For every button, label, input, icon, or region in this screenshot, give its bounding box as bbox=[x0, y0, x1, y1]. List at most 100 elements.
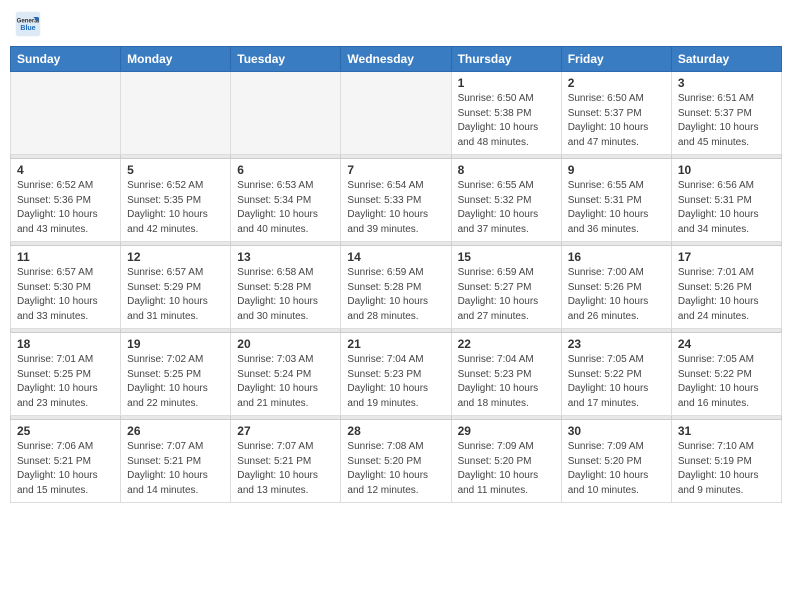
day-info: Sunrise: 7:07 AM Sunset: 5:21 PM Dayligh… bbox=[127, 440, 224, 498]
calendar-cell: 25 Sunrise: 7:06 AM Sunset: 5:21 PM Dayli… bbox=[11, 420, 121, 503]
calendar-cell bbox=[231, 72, 341, 155]
day-number: 20 bbox=[237, 337, 334, 351]
day-info: Sunrise: 7:06 AM Sunset: 5:21 PM Dayligh… bbox=[17, 440, 114, 498]
calendar-cell: 5 Sunrise: 6:52 AM Sunset: 5:35 PM Daylig… bbox=[121, 159, 231, 242]
calendar-cell: 28 Sunrise: 7:08 AM Sunset: 5:20 PM Dayli… bbox=[341, 420, 451, 503]
day-number: 12 bbox=[127, 250, 224, 264]
calendar-cell: 15 Sunrise: 6:59 AM Sunset: 5:27 PM Dayli… bbox=[451, 246, 561, 329]
calendar-day-header: Friday bbox=[561, 47, 671, 72]
calendar-cell: 19Sunrise: 7:02 AM Sunset: 5:25 PM Dayli… bbox=[121, 333, 231, 416]
calendar-cell: 9 Sunrise: 6:55 AM Sunset: 5:31 PM Daylig… bbox=[561, 159, 671, 242]
day-number: 15 bbox=[458, 250, 555, 264]
day-info: Sunrise: 7:01 AM Sunset: 5:25 PM Dayligh… bbox=[17, 353, 114, 411]
calendar-week-row: 18 Sunrise: 7:01 AM Sunset: 5:25 PM Dayli… bbox=[11, 333, 782, 416]
day-number: 30 bbox=[568, 424, 665, 438]
day-number: 22 bbox=[458, 337, 555, 351]
calendar-cell: 21 Sunrise: 7:04 AM Sunset: 5:23 PM Dayli… bbox=[341, 333, 451, 416]
day-number: 2 bbox=[568, 76, 665, 90]
day-number: 4 bbox=[17, 163, 114, 177]
day-number: 6 bbox=[237, 163, 334, 177]
day-info: Sunrise: 7:05 AM Sunset: 5:22 PM Dayligh… bbox=[568, 353, 665, 411]
day-info: Sunrise: 7:00 AM Sunset: 5:26 PM Dayligh… bbox=[568, 266, 665, 324]
day-number: 13 bbox=[237, 250, 334, 264]
calendar-cell: 17Sunrise: 7:01 AM Sunset: 5:26 PM Dayli… bbox=[671, 246, 781, 329]
calendar-cell: 18 Sunrise: 7:01 AM Sunset: 5:25 PM Dayli… bbox=[11, 333, 121, 416]
day-number: 8 bbox=[458, 163, 555, 177]
day-info: Sunrise: 6:50 AM Sunset: 5:38 PM Dayligh… bbox=[458, 92, 555, 150]
day-number: 24 bbox=[678, 337, 775, 351]
day-number: 5 bbox=[127, 163, 224, 177]
calendar-cell: 14Sunrise: 6:59 AM Sunset: 5:28 PM Dayli… bbox=[341, 246, 451, 329]
calendar-day-header: Tuesday bbox=[231, 47, 341, 72]
day-number: 21 bbox=[347, 337, 444, 351]
day-info: Sunrise: 7:07 AM Sunset: 5:21 PM Dayligh… bbox=[237, 440, 334, 498]
calendar-day-header: Saturday bbox=[671, 47, 781, 72]
calendar-cell: 24Sunrise: 7:05 AM Sunset: 5:22 PM Dayli… bbox=[671, 333, 781, 416]
day-number: 27 bbox=[237, 424, 334, 438]
day-number: 16 bbox=[568, 250, 665, 264]
day-info: Sunrise: 6:50 AM Sunset: 5:37 PM Dayligh… bbox=[568, 92, 665, 150]
day-number: 9 bbox=[568, 163, 665, 177]
calendar-cell: 3 Sunrise: 6:51 AM Sunset: 5:37 PM Daylig… bbox=[671, 72, 781, 155]
day-info: Sunrise: 7:09 AM Sunset: 5:20 PM Dayligh… bbox=[568, 440, 665, 498]
day-number: 26 bbox=[127, 424, 224, 438]
day-number: 3 bbox=[678, 76, 775, 90]
calendar-cell: 6 Sunrise: 6:53 AM Sunset: 5:34 PM Daylig… bbox=[231, 159, 341, 242]
logo: General Blue bbox=[14, 10, 46, 38]
day-number: 25 bbox=[17, 424, 114, 438]
calendar-cell: 11Sunrise: 6:57 AM Sunset: 5:30 PM Dayli… bbox=[11, 246, 121, 329]
calendar-day-header: Sunday bbox=[11, 47, 121, 72]
day-number: 31 bbox=[678, 424, 775, 438]
calendar-header-row: SundayMondayTuesdayWednesdayThursdayFrid… bbox=[11, 47, 782, 72]
calendar-cell: 1 Sunrise: 6:50 AM Sunset: 5:38 PM Daylig… bbox=[451, 72, 561, 155]
day-info: Sunrise: 6:55 AM Sunset: 5:32 PM Dayligh… bbox=[458, 179, 555, 237]
calendar-cell: 29 Sunrise: 7:09 AM Sunset: 5:20 PM Dayli… bbox=[451, 420, 561, 503]
day-info: Sunrise: 6:52 AM Sunset: 5:35 PM Dayligh… bbox=[127, 179, 224, 237]
day-info: Sunrise: 6:53 AM Sunset: 5:34 PM Dayligh… bbox=[237, 179, 334, 237]
day-info: Sunrise: 6:51 AM Sunset: 5:37 PM Dayligh… bbox=[678, 92, 775, 150]
day-number: 10 bbox=[678, 163, 775, 177]
calendar-cell: 30 Sunrise: 7:09 AM Sunset: 5:20 PM Dayli… bbox=[561, 420, 671, 503]
calendar-cell: 26 Sunrise: 7:07 AM Sunset: 5:21 PM Dayli… bbox=[121, 420, 231, 503]
calendar-cell bbox=[121, 72, 231, 155]
day-info: Sunrise: 6:59 AM Sunset: 5:28 PM Dayligh… bbox=[347, 266, 444, 324]
calendar-cell: 7Sunrise: 6:54 AM Sunset: 5:33 PM Daylig… bbox=[341, 159, 451, 242]
day-info: Sunrise: 6:57 AM Sunset: 5:29 PM Dayligh… bbox=[127, 266, 224, 324]
day-info: Sunrise: 7:08 AM Sunset: 5:20 PM Dayligh… bbox=[347, 440, 444, 498]
logo-icon: General Blue bbox=[14, 10, 42, 38]
day-info: Sunrise: 7:02 AM Sunset: 5:25 PM Dayligh… bbox=[127, 353, 224, 411]
calendar-table: SundayMondayTuesdayWednesdayThursdayFrid… bbox=[10, 46, 782, 503]
day-info: Sunrise: 7:10 AM Sunset: 5:19 PM Dayligh… bbox=[678, 440, 775, 498]
calendar-cell: 10 Sunrise: 6:56 AM Sunset: 5:31 PM Dayli… bbox=[671, 159, 781, 242]
day-info: Sunrise: 7:04 AM Sunset: 5:23 PM Dayligh… bbox=[458, 353, 555, 411]
day-info: Sunrise: 6:56 AM Sunset: 5:31 PM Dayligh… bbox=[678, 179, 775, 237]
day-number: 28 bbox=[347, 424, 444, 438]
calendar-week-row: 4 Sunrise: 6:52 AM Sunset: 5:36 PM Daylig… bbox=[11, 159, 782, 242]
page-header: General Blue bbox=[10, 10, 782, 38]
calendar-cell: 22 Sunrise: 7:04 AM Sunset: 5:23 PM Dayli… bbox=[451, 333, 561, 416]
day-info: Sunrise: 7:04 AM Sunset: 5:23 PM Dayligh… bbox=[347, 353, 444, 411]
day-number: 17 bbox=[678, 250, 775, 264]
calendar-cell: 2 Sunrise: 6:50 AM Sunset: 5:37 PM Daylig… bbox=[561, 72, 671, 155]
calendar-cell: 12 Sunrise: 6:57 AM Sunset: 5:29 PM Dayli… bbox=[121, 246, 231, 329]
day-info: Sunrise: 6:57 AM Sunset: 5:30 PM Dayligh… bbox=[17, 266, 114, 324]
calendar-day-header: Thursday bbox=[451, 47, 561, 72]
calendar-cell: 16 Sunrise: 7:00 AM Sunset: 5:26 PM Dayli… bbox=[561, 246, 671, 329]
calendar-week-row: 11Sunrise: 6:57 AM Sunset: 5:30 PM Dayli… bbox=[11, 246, 782, 329]
day-info: Sunrise: 7:03 AM Sunset: 5:24 PM Dayligh… bbox=[237, 353, 334, 411]
day-number: 1 bbox=[458, 76, 555, 90]
day-info: Sunrise: 6:52 AM Sunset: 5:36 PM Dayligh… bbox=[17, 179, 114, 237]
calendar-cell: 13Sunrise: 6:58 AM Sunset: 5:28 PM Dayli… bbox=[231, 246, 341, 329]
calendar-cell: 31 Sunrise: 7:10 AM Sunset: 5:19 PM Dayli… bbox=[671, 420, 781, 503]
calendar-cell: 27 Sunrise: 7:07 AM Sunset: 5:21 PM Dayli… bbox=[231, 420, 341, 503]
calendar-day-header: Wednesday bbox=[341, 47, 451, 72]
day-info: Sunrise: 6:59 AM Sunset: 5:27 PM Dayligh… bbox=[458, 266, 555, 324]
calendar-cell: 4 Sunrise: 6:52 AM Sunset: 5:36 PM Daylig… bbox=[11, 159, 121, 242]
day-number: 18 bbox=[17, 337, 114, 351]
calendar-cell: 20 Sunrise: 7:03 AM Sunset: 5:24 PM Dayli… bbox=[231, 333, 341, 416]
day-info: Sunrise: 6:55 AM Sunset: 5:31 PM Dayligh… bbox=[568, 179, 665, 237]
day-number: 29 bbox=[458, 424, 555, 438]
calendar-cell: 8 Sunrise: 6:55 AM Sunset: 5:32 PM Daylig… bbox=[451, 159, 561, 242]
day-info: Sunrise: 7:09 AM Sunset: 5:20 PM Dayligh… bbox=[458, 440, 555, 498]
calendar-week-row: 1 Sunrise: 6:50 AM Sunset: 5:38 PM Daylig… bbox=[11, 72, 782, 155]
